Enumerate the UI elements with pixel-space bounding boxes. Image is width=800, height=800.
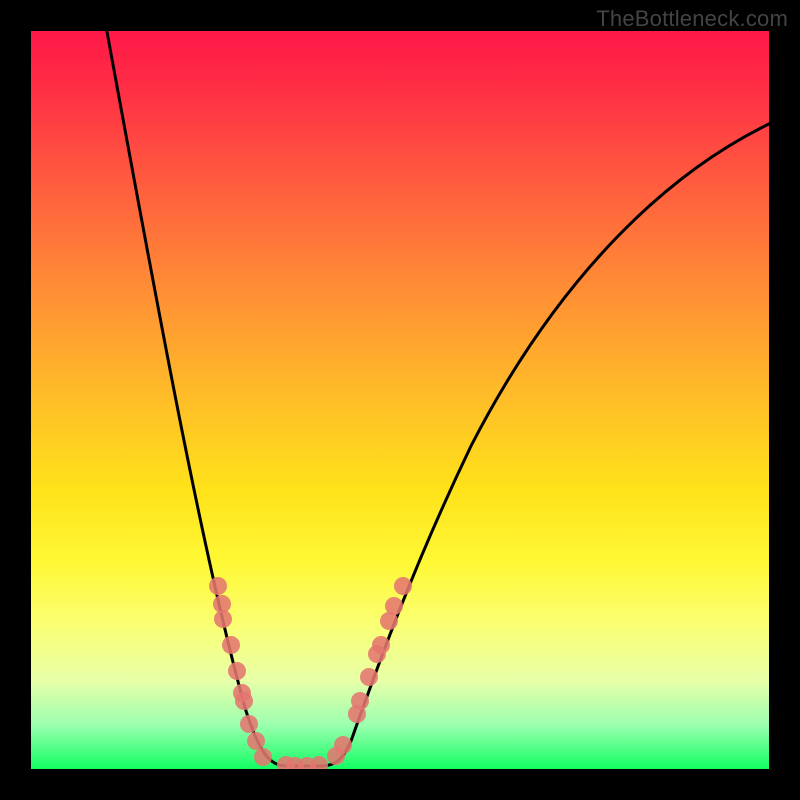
data-dot	[385, 597, 403, 615]
data-dot	[348, 705, 366, 723]
data-dot	[209, 577, 227, 595]
watermark-label: TheBottleneck.com	[596, 6, 788, 32]
dots-right	[327, 577, 412, 765]
data-dot	[235, 692, 253, 710]
dots-bottom	[277, 756, 328, 769]
data-dot	[351, 692, 369, 710]
bottleneck-curve	[105, 31, 769, 766]
data-dot	[233, 684, 251, 702]
data-dot	[277, 756, 295, 769]
data-dot	[247, 732, 265, 750]
data-dot	[222, 636, 240, 654]
data-dot	[368, 645, 386, 663]
data-dot	[286, 757, 304, 769]
data-dot	[254, 748, 272, 766]
data-dot	[394, 577, 412, 595]
data-dot	[228, 662, 246, 680]
data-dot	[380, 612, 398, 630]
dots-left	[209, 577, 272, 766]
data-dot	[334, 736, 352, 754]
data-dot	[240, 715, 258, 733]
curve-layer	[31, 31, 769, 769]
data-dot	[360, 668, 378, 686]
data-dot	[372, 636, 390, 654]
data-dot	[214, 610, 232, 628]
data-dot	[327, 747, 345, 765]
data-dot	[298, 757, 316, 769]
data-dot	[310, 756, 328, 769]
data-dot	[213, 595, 231, 613]
plot-area	[31, 31, 769, 769]
chart-canvas: TheBottleneck.com	[0, 0, 800, 800]
